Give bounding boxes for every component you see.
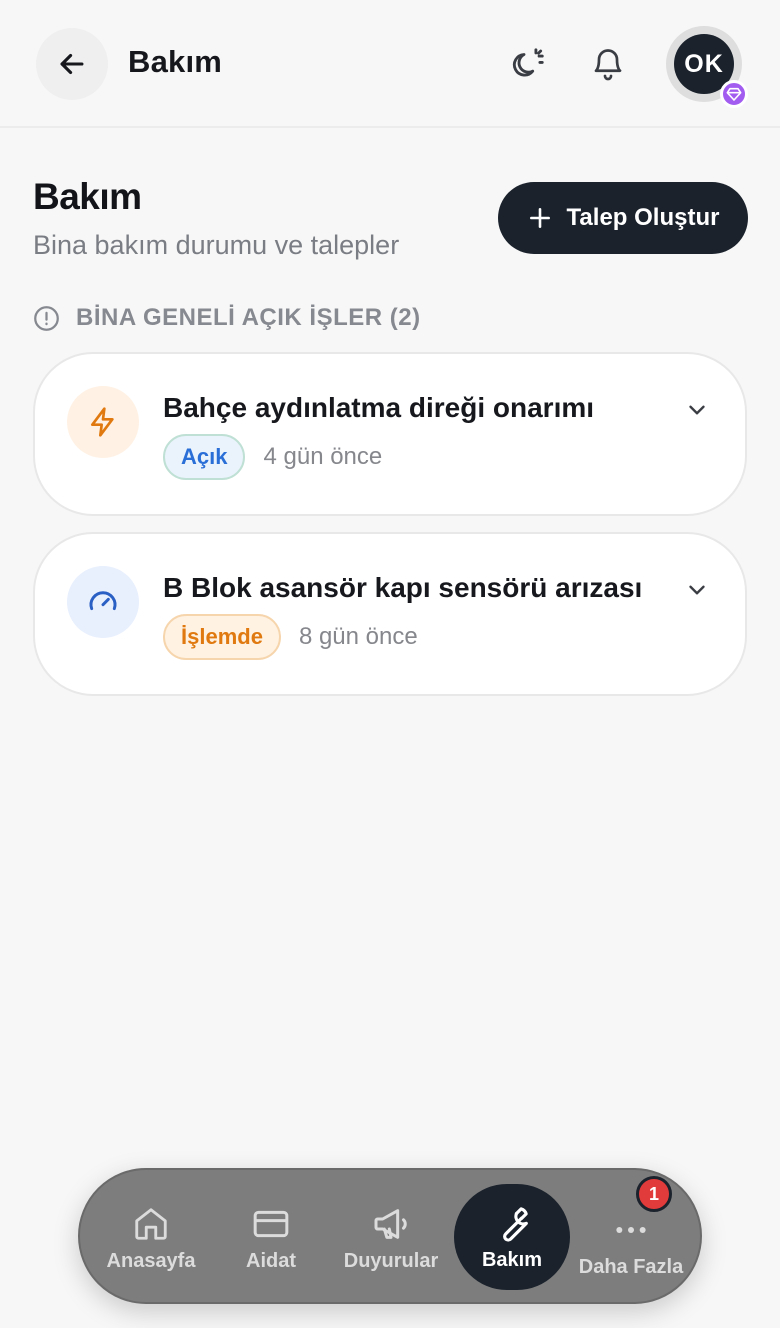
expand-button[interactable] bbox=[681, 574, 713, 606]
diamond-icon bbox=[726, 87, 742, 101]
bolt-icon bbox=[91, 407, 114, 437]
plus-icon bbox=[529, 208, 550, 228]
card-meta: İşlemde 8 gün önce bbox=[163, 614, 418, 660]
nav-label: Daha Fazla bbox=[578, 1256, 684, 1278]
nav-item-dues[interactable]: Aidat bbox=[212, 1170, 330, 1306]
theme-toggle-button[interactable] bbox=[504, 40, 552, 88]
create-request-button[interactable]: Talep Oluştur bbox=[498, 182, 748, 254]
chevron-down-icon bbox=[689, 405, 705, 415]
card-icon-container bbox=[67, 386, 139, 458]
section-header: BİNA GENELİ AÇIK İŞLER (2) bbox=[33, 304, 421, 332]
nav-item-announcements[interactable]: Duyurular bbox=[332, 1170, 450, 1306]
bottom-navigation: Anasayfa Aidat Duyurular Bakım Daha Fazl… bbox=[78, 1168, 702, 1304]
premium-badge bbox=[720, 80, 748, 108]
nav-item-home[interactable]: Anasayfa bbox=[92, 1170, 210, 1306]
credit-card-icon bbox=[253, 1210, 289, 1238]
maintenance-card[interactable]: Bahçe aydınlatma direği onarımı Açık 4 g… bbox=[33, 352, 747, 516]
card-icon-container bbox=[67, 566, 139, 638]
header-title: Bakım bbox=[128, 44, 223, 79]
nav-label: Anasayfa bbox=[106, 1250, 196, 1272]
status-badge: İşlemde bbox=[163, 614, 281, 660]
arrow-left-icon bbox=[60, 53, 84, 75]
page-title: Bakım bbox=[33, 176, 142, 217]
moon-sun-icon bbox=[512, 48, 544, 77]
notification-badge: 1 bbox=[636, 1176, 672, 1212]
gauge-icon bbox=[89, 591, 117, 611]
nav-item-maintenance[interactable]: Bakım bbox=[454, 1184, 570, 1290]
status-badge: Açık bbox=[163, 434, 246, 480]
nav-item-more[interactable]: Daha Fazla bbox=[572, 1176, 690, 1312]
notifications-button[interactable] bbox=[584, 40, 632, 88]
wrench-icon bbox=[503, 1207, 528, 1242]
bell-icon bbox=[594, 49, 622, 81]
home-icon bbox=[135, 1208, 167, 1240]
nav-label: Bakım bbox=[481, 1249, 543, 1271]
card-meta: Açık 4 gün önce bbox=[163, 434, 382, 480]
card-title: Bahçe aydınlatma direği onarımı bbox=[163, 392, 595, 423]
maintenance-card[interactable]: B Blok asansör kapı sensörü arızası İşle… bbox=[33, 532, 747, 696]
page-subtitle: Bina bakım durumu ve talepler bbox=[33, 230, 400, 260]
back-button[interactable] bbox=[36, 28, 108, 100]
time-ago: 4 gün önce bbox=[263, 443, 383, 470]
card-title: B Blok asansör kapı sensörü arızası bbox=[163, 572, 643, 603]
alert-circle-icon bbox=[34, 305, 59, 331]
nav-label: Aidat bbox=[246, 1250, 296, 1272]
create-request-label: Talep Oluştur bbox=[566, 204, 720, 231]
chevron-down-icon bbox=[689, 585, 705, 595]
expand-button[interactable] bbox=[681, 394, 713, 426]
app-header: Bakım OK bbox=[0, 0, 780, 128]
more-dots-icon bbox=[616, 1227, 646, 1233]
nav-label: Duyurular bbox=[343, 1250, 439, 1272]
section-label: BİNA GENELİ AÇIK İŞLER (2) bbox=[76, 304, 421, 331]
time-ago: 8 gün önce bbox=[298, 623, 418, 650]
megaphone-icon bbox=[374, 1209, 407, 1239]
